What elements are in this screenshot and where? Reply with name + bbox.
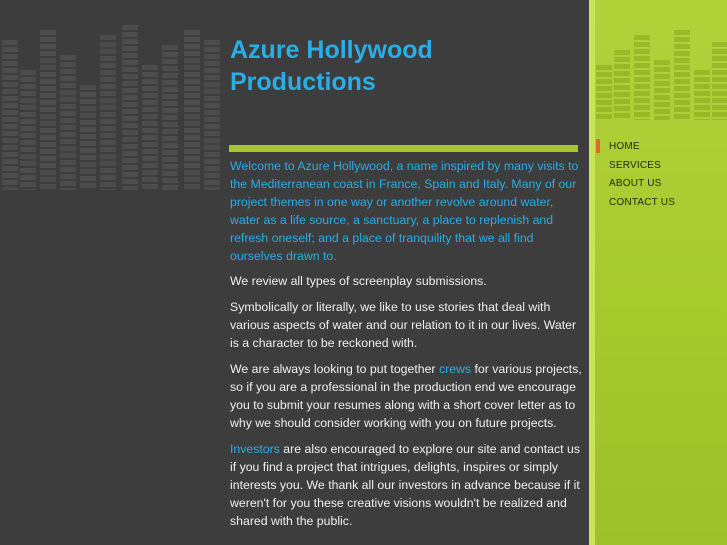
main-nav: HOME SERVICES ABOUT US CONTACT US <box>596 138 727 212</box>
crews-link[interactable]: crews <box>439 362 471 376</box>
site-title: Azure Hollywood Productions <box>230 36 433 96</box>
crews-text-before: We are always looking to put together <box>230 362 439 376</box>
water-paragraph: Symbolically or literally, we like to us… <box>230 300 577 350</box>
nav-item-home[interactable]: HOME <box>596 138 727 157</box>
equalizer-decoration-left <box>0 20 225 190</box>
submissions-paragraph: We review all types of screenplay submis… <box>230 274 487 288</box>
investors-text-after: are also encouraged to explore our site … <box>230 442 580 528</box>
nav-item-services[interactable]: SERVICES <box>596 157 727 176</box>
crews-paragraph: We are always looking to put together cr… <box>230 360 582 432</box>
intro-paragraph: Welcome to Azure Hollywood, a name inspi… <box>230 159 579 263</box>
divider <box>229 145 578 152</box>
main-content: Welcome to Azure Hollywood, a name inspi… <box>230 157 582 538</box>
equalizer-decoration-right <box>594 25 727 120</box>
investors-link[interactable]: Investors <box>230 442 280 456</box>
investors-paragraph: Investors are also encouraged to explore… <box>230 440 582 530</box>
nav-item-contact-us[interactable]: CONTACT US <box>596 194 727 213</box>
nav-item-about-us[interactable]: ABOUT US <box>596 175 727 194</box>
